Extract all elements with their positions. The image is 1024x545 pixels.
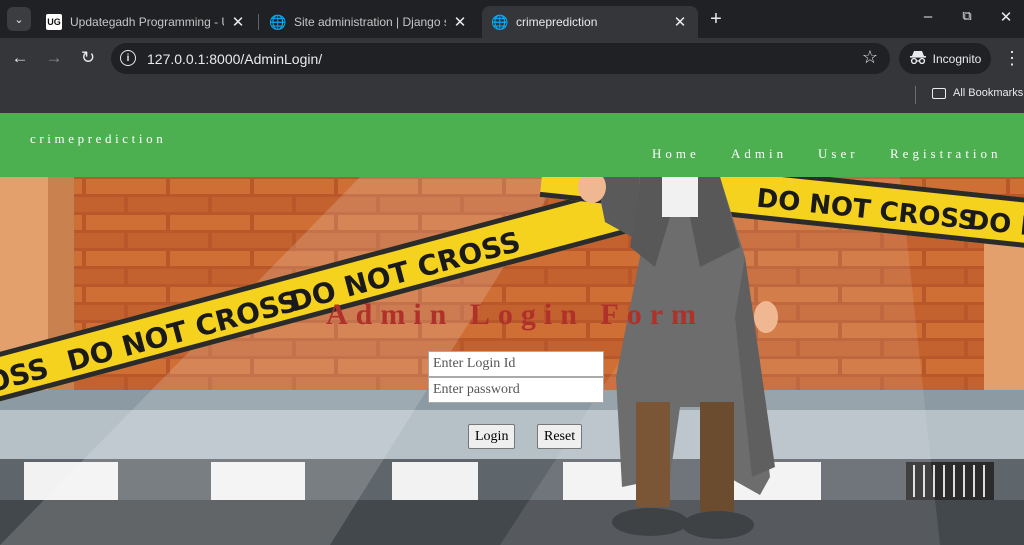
nav-home-link[interactable]: Home — [652, 146, 700, 162]
nav-registration-link[interactable]: Registration — [890, 146, 1002, 162]
incognito-profile-button[interactable]: Incognito — [899, 43, 991, 74]
login-id-input[interactable] — [428, 351, 604, 377]
browser-tab-crimeprediction[interactable]: 🌐 crimeprediction ✕ — [482, 6, 698, 38]
incognito-label: Incognito — [932, 51, 982, 66]
bookmarks-separator — [915, 86, 916, 104]
close-tab-icon[interactable]: ✕ — [230, 13, 246, 31]
browser-tab-django-admin[interactable]: 🌐 Site administration | Django site a ✕ — [260, 6, 478, 38]
close-tab-icon[interactable]: ✕ — [672, 13, 688, 31]
site-info-icon[interactable]: i — [120, 50, 136, 66]
all-bookmarks-label: All Bookmarks — [953, 87, 1024, 99]
nav-user-link[interactable]: User — [818, 146, 859, 162]
bookmarks-bar: All Bookmarks — [0, 80, 1024, 113]
site-brand[interactable]: crimeprediction — [30, 131, 166, 147]
close-tab-icon[interactable]: ✕ — [452, 13, 468, 31]
browser-tab-updategadh[interactable]: UG Updategadh Programming - Upda ✕ — [36, 6, 256, 38]
bookmark-star-icon[interactable]: ☆ — [862, 47, 878, 68]
url-text[interactable]: 127.0.0.1:8000/AdminLogin/ — [147, 51, 322, 67]
browser-tab-strip: ⌄ UG Updategadh Programming - Upda ✕ 🌐 S… — [0, 0, 1024, 38]
reset-button[interactable]: Reset — [537, 424, 583, 449]
tab-title: crimeprediction — [516, 15, 598, 29]
tab-separator — [258, 14, 259, 30]
login-form-title: Admin Login Form — [325, 298, 705, 331]
new-tab-icon[interactable]: + — [706, 8, 726, 31]
forward-arrow-icon[interactable]: → — [42, 46, 66, 70]
incognito-icon — [909, 50, 927, 67]
browser-toolbar: ← → ↻ i 127.0.0.1:8000/AdminLogin/ ☆ Inc… — [0, 38, 1024, 80]
browser-menu-icon[interactable]: ⋮ — [1002, 48, 1022, 69]
close-window-icon[interactable]: ✕ — [996, 8, 1016, 26]
nav-admin-link[interactable]: Admin — [731, 146, 787, 162]
password-input[interactable] — [428, 377, 604, 403]
tab-title: Site administration | Django site a — [294, 15, 446, 29]
login-button[interactable]: Login — [468, 424, 516, 449]
all-bookmarks-button[interactable]: All Bookmarks — [932, 87, 1023, 99]
updategadh-favicon-icon: UG — [46, 14, 62, 30]
folder-icon — [932, 87, 946, 99]
site-header: crimeprediction Home Admin User Registra… — [0, 113, 1024, 177]
tab-search-button[interactable]: ⌄ — [7, 7, 31, 31]
globe-icon: 🌐 — [491, 13, 509, 30]
back-arrow-icon[interactable]: ← — [8, 46, 32, 70]
tab-title: Updategadh Programming - Upda — [70, 15, 224, 29]
minimize-icon[interactable]: – — [918, 8, 938, 25]
reload-icon[interactable]: ↻ — [76, 46, 100, 70]
restore-icon[interactable]: ⧉ — [957, 8, 977, 24]
address-bar[interactable]: i 127.0.0.1:8000/AdminLogin/ ☆ — [111, 43, 890, 74]
globe-icon: 🌐 — [269, 13, 287, 30]
